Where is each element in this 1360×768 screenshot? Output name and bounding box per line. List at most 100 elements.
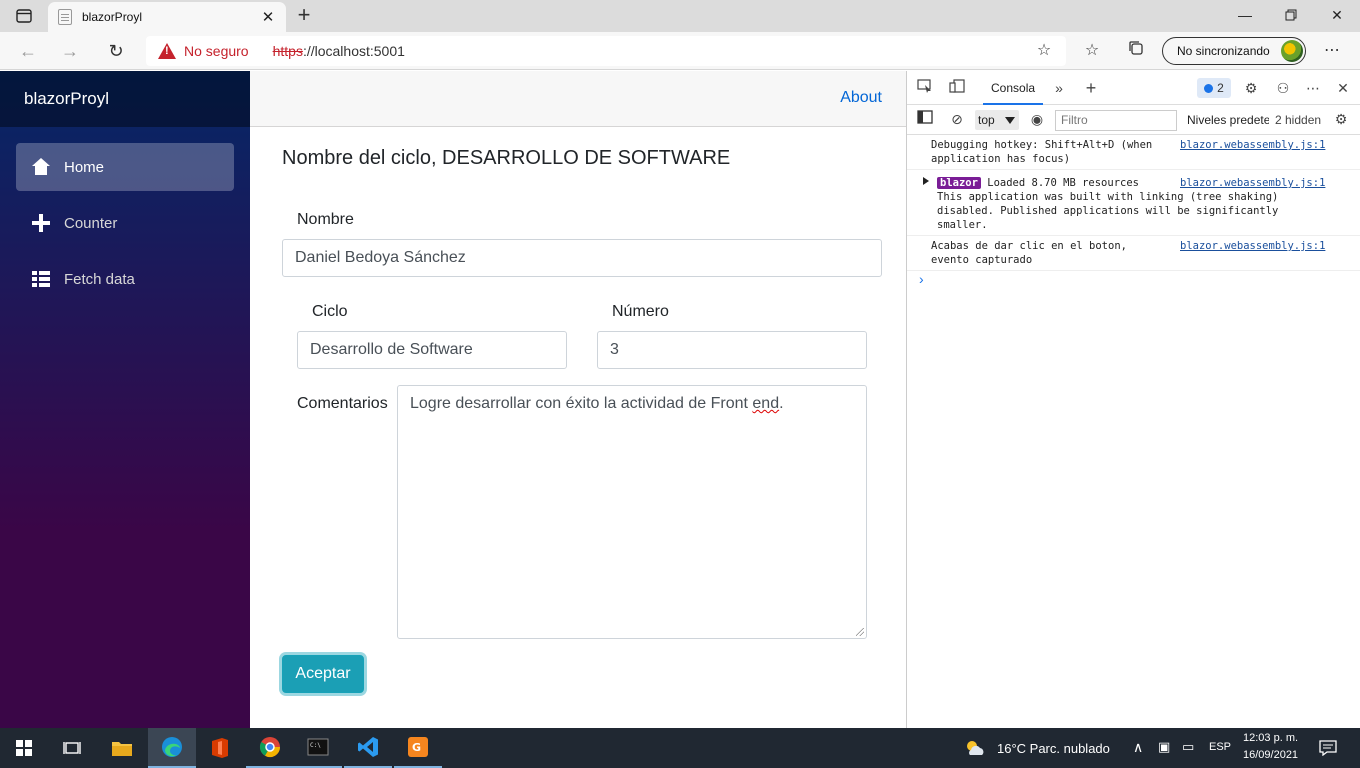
hidden-count: 2 hidden <box>1275 113 1322 127</box>
log-source-link[interactable]: blazor.webassembly.js:1 <box>1180 176 1325 190</box>
refresh-icon[interactable]: ↻ <box>104 40 128 62</box>
tab-close-icon[interactable]: ✕ <box>260 8 276 26</box>
console-filterbar: ⊘ top ◉ Filtro Niveles predeterminados 2… <box>907 105 1360 135</box>
meet-now-icon[interactable]: ▣ <box>1158 739 1170 755</box>
ciclo-value: Desarrollo de Software <box>310 341 473 358</box>
start-windows-icon[interactable] <box>0 728 48 768</box>
inspect-element-icon[interactable] <box>915 79 935 97</box>
more-menu-icon[interactable]: ⋯ <box>1320 40 1344 62</box>
ciclo-label: Ciclo <box>312 303 348 320</box>
url-scheme: https <box>272 43 303 59</box>
log-message: Debugging hotkey: Shift+Alt+D (when appl… <box>931 139 1159 165</box>
add-favorite-icon[interactable]: ☆ <box>1032 40 1056 62</box>
browser-tabstrip: blazorProyl ✕ + — ✕ <box>0 0 1360 32</box>
numero-value: 3 <box>610 341 619 358</box>
nav-item-counter[interactable]: Counter <box>16 199 234 247</box>
comentarios-text: Logre desarrollar con éxito la actividad… <box>410 395 753 412</box>
nombre-value: Daniel Bedoya Sánchez <box>295 249 466 266</box>
blazor-tag: blazor <box>937 177 981 189</box>
console-prompt[interactable]: › <box>907 271 1360 287</box>
numero-input[interactable]: 3 <box>597 331 867 369</box>
security-status[interactable]: No seguro <box>184 43 249 59</box>
ciclo-input[interactable]: Desarrollo de Software <box>297 331 567 369</box>
comentarios-text-end: . <box>779 395 784 412</box>
clock-time[interactable]: 12:03 p. m. <box>1243 732 1298 744</box>
comentarios-textarea[interactable]: Logre desarrollar con éxito la actividad… <box>397 385 867 639</box>
new-tab-button[interactable]: + <box>292 4 316 26</box>
input-language[interactable]: ESP <box>1209 741 1231 753</box>
tab-actions-icon[interactable] <box>8 6 40 26</box>
log-source-link[interactable]: blazor.webassembly.js:1 <box>1180 138 1325 152</box>
page-favicon-icon <box>58 9 72 25</box>
customize-icon[interactable]: ⚇ <box>1273 79 1293 97</box>
console-log-entry[interactable]: blazor Loaded 8.70 MB resources This app… <box>907 170 1360 236</box>
edge-browser-icon[interactable] <box>148 728 196 768</box>
console-settings-icon[interactable]: ⚙ <box>1331 110 1351 128</box>
profile-avatar <box>1281 40 1303 62</box>
device-toolbar-icon[interactable] <box>947 79 967 97</box>
browser-toolbar: ← → ↻ No seguro https://localhost:5001 ☆… <box>0 32 1360 70</box>
issues-count: 2 <box>1217 81 1224 95</box>
sidebar-toggle-icon[interactable] <box>915 110 935 128</box>
expand-triangle-icon[interactable] <box>923 177 929 185</box>
favorites-icon[interactable]: ☆ <box>1080 40 1104 62</box>
nav-item-label: Fetch data <box>64 270 135 288</box>
sync-status-button[interactable]: No sincronizando <box>1162 37 1306 65</box>
devtools-more-icon[interactable]: ⋯ <box>1303 79 1323 97</box>
restore-button[interactable] <box>1268 0 1314 30</box>
pdf-reader-icon[interactable]: G <box>394 728 442 768</box>
network-icon[interactable]: ▭ <box>1182 739 1194 755</box>
clock-date[interactable]: 16/09/2021 <box>1243 749 1298 761</box>
live-expression-eye-icon[interactable]: ◉ <box>1027 110 1047 128</box>
close-window-button[interactable]: ✕ <box>1314 0 1360 30</box>
comentarios-label: Comentarios <box>297 395 388 412</box>
tab-title: blazorProyl <box>82 10 143 24</box>
log-message: Acabas de dar clic en el boton, evento c… <box>931 240 1134 266</box>
issues-badge[interactable]: 2 <box>1197 78 1231 98</box>
forward-arrow-icon[interactable]: → <box>58 40 82 62</box>
office-icon[interactable] <box>196 728 244 768</box>
nav-item-home[interactable]: Home <box>16 143 234 191</box>
browser-tab-active[interactable]: blazorProyl ✕ <box>48 2 286 32</box>
misspelled-word: end <box>752 395 780 412</box>
tray-overflow-icon[interactable]: ∧ <box>1133 739 1143 756</box>
nav-item-fetch-data[interactable]: Fetch data <box>16 255 234 303</box>
log-source-link[interactable]: blazor.webassembly.js:1 <box>1180 239 1325 253</box>
app-sidebar: blazorProyl Home Counter Fetch data <box>0 71 250 728</box>
settings-gear-icon[interactable]: ⚙ <box>1241 79 1261 97</box>
nombre-label: Nombre <box>297 211 354 228</box>
minimize-button[interactable]: — <box>1222 0 1268 30</box>
aceptar-button[interactable]: Aceptar <box>282 655 364 693</box>
devtools-panel: Consola » + 2 ⚙ ⚇ ⋯ ✕ ⊘ top ◉ Filtro Niv… <box>906 71 1360 728</box>
page-heading: Nombre del ciclo, DESARROLLO DE SOFTWARE <box>282 147 731 169</box>
more-tabs-icon[interactable]: » <box>1049 79 1069 97</box>
top-row: About <box>250 71 906 127</box>
devtools-tabbar: Consola » + 2 ⚙ ⚇ ⋯ ✕ <box>907 71 1360 105</box>
resize-handle-icon[interactable] <box>856 628 864 636</box>
notifications-icon[interactable] <box>1304 728 1352 768</box>
url-text: ://localhost:5001 <box>302 43 405 59</box>
task-view-icon[interactable] <box>48 728 96 768</box>
file-explorer-icon[interactable] <box>98 728 146 768</box>
context-select[interactable]: top <box>975 110 1019 130</box>
terminal-icon[interactable]: C:\ <box>294 728 342 768</box>
vscode-icon[interactable] <box>344 728 392 768</box>
log-detail: This application was built with linking … <box>937 191 1285 231</box>
tab-console[interactable]: Consola <box>983 71 1044 105</box>
close-devtools-icon[interactable]: ✕ <box>1333 79 1353 97</box>
nombre-input[interactable]: Daniel Bedoya Sánchez <box>282 239 882 277</box>
sync-label: No sincronizando <box>1177 44 1270 58</box>
address-bar[interactable]: No seguro https://localhost:5001 <box>146 36 1066 66</box>
clear-console-icon[interactable]: ⊘ <box>947 110 967 128</box>
list-icon <box>32 270 50 288</box>
log-levels-dropdown[interactable]: Niveles predeterminados <box>1187 113 1269 127</box>
app-brand[interactable]: blazorProyl <box>0 71 250 127</box>
about-link[interactable]: About <box>840 89 882 107</box>
chrome-icon[interactable] <box>246 728 294 768</box>
add-tab-icon[interactable]: + <box>1081 79 1101 97</box>
weather-icon[interactable] <box>960 728 990 768</box>
collections-icon[interactable] <box>1124 40 1148 62</box>
filter-input[interactable]: Filtro <box>1055 110 1177 131</box>
back-arrow-icon[interactable]: ← <box>16 40 40 62</box>
weather-text[interactable]: 16°C Parc. nublado <box>997 741 1110 756</box>
